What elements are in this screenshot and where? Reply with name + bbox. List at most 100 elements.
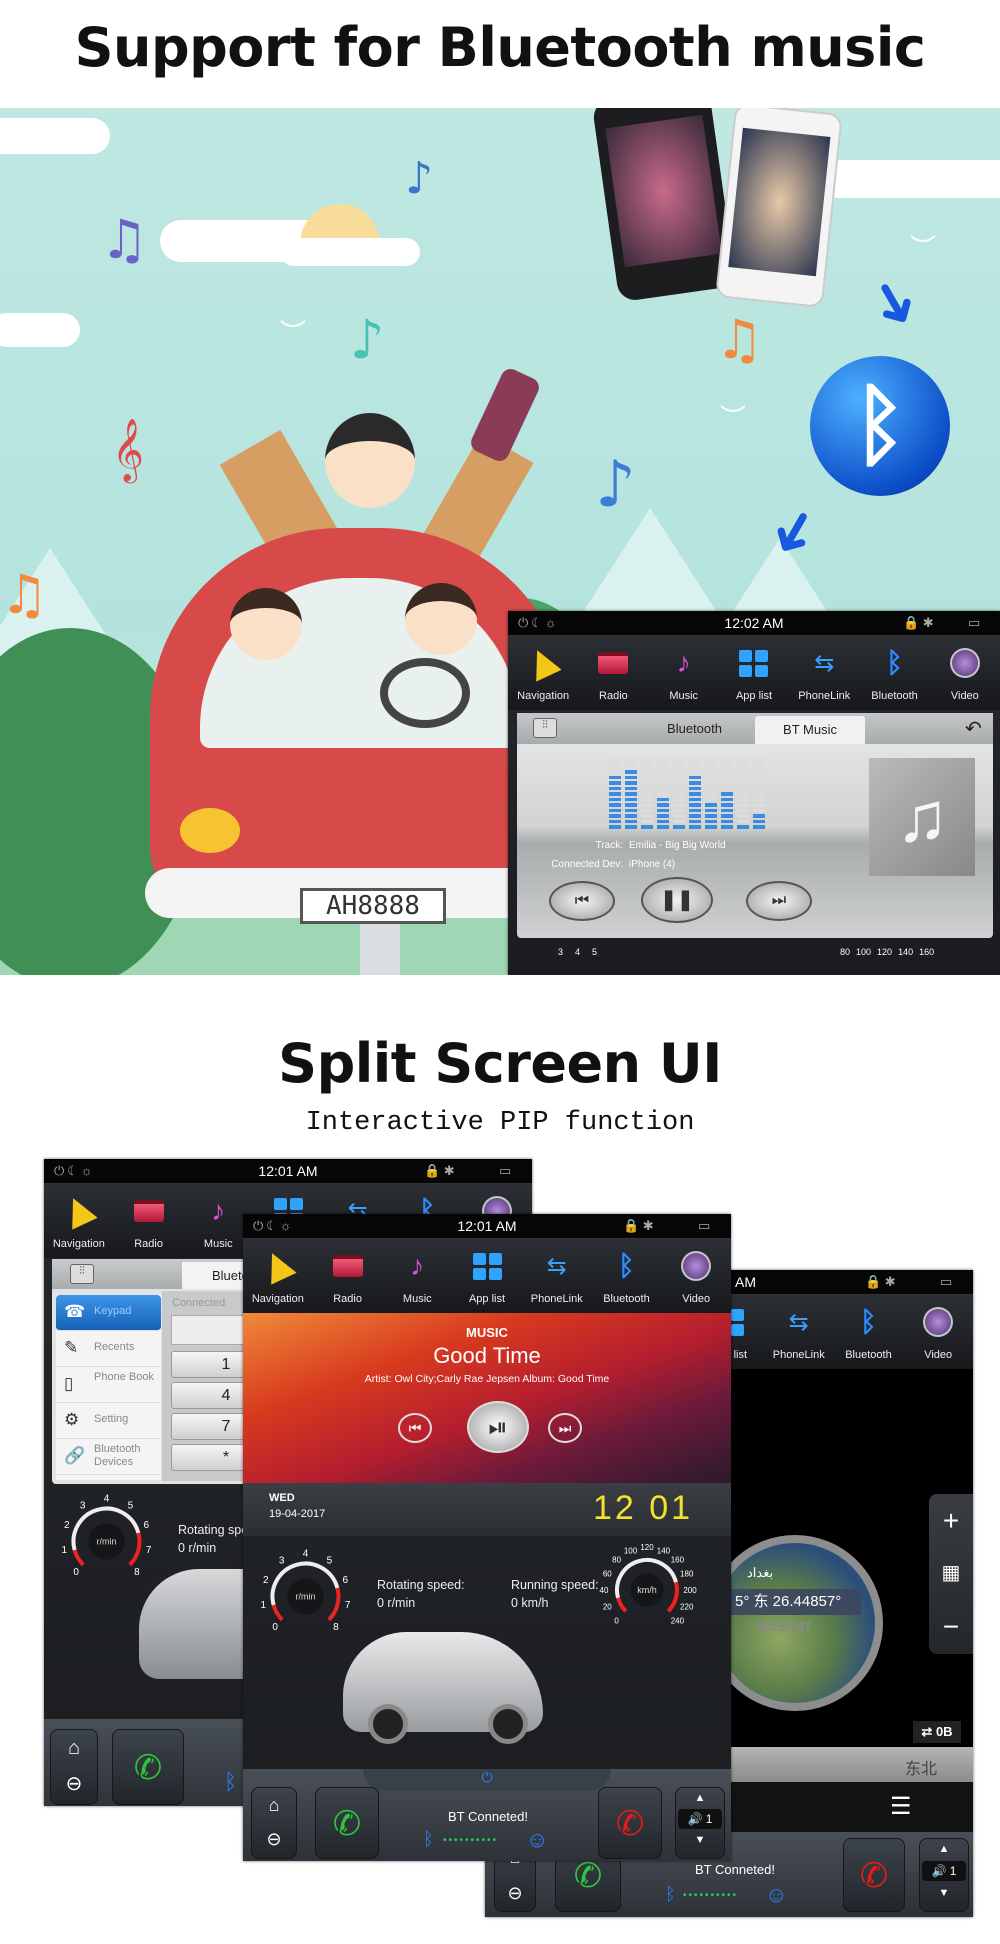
menu-label: Phone Book [94, 1371, 154, 1383]
app-radio[interactable]: Radio [313, 1239, 383, 1313]
app-phonelink[interactable]: ⇆ PhoneLink [522, 1239, 592, 1313]
play-pause-button[interactable]: ⏯ [467, 1401, 529, 1453]
volume-up-icon[interactable]: ▲ [676, 1792, 724, 1804]
menu-item-setting[interactable]: ⚙ Setting [56, 1403, 161, 1439]
lock-bluetooth-icon: 🔒 ✱ [424, 1163, 455, 1178]
app-app-list[interactable]: App list [719, 636, 789, 710]
eq-segment [721, 803, 733, 807]
volume-up-icon[interactable]: ▲ [920, 1843, 968, 1855]
volume-control[interactable]: ▲ 🔊 1 ▼ [675, 1787, 725, 1859]
app-bluetooth[interactable]: ᛒ Bluetooth [859, 636, 929, 710]
menu-item-bluetooth-devices[interactable]: 🔗 Bluetooth Devices [56, 1439, 161, 1475]
previous-track-button[interactable]: ⏮ [549, 881, 615, 921]
home-icon[interactable]: ⌂ [51, 1730, 97, 1766]
bottle [467, 365, 543, 465]
answer-call-button[interactable]: ✆ [315, 1787, 379, 1859]
app-bluetooth[interactable]: ᛒ Bluetooth [834, 1295, 904, 1369]
gauge-tick-label: 8 [134, 1566, 140, 1577]
eq-segment [737, 786, 749, 790]
gauge-tick-label: 5 [326, 1555, 332, 1566]
rotating-speed-label: Rotating speed: [377, 1578, 465, 1592]
zoom-out-button[interactable]: − [929, 1600, 973, 1653]
eq-segment [641, 803, 653, 807]
eq-segment [673, 764, 685, 768]
eq-segment [705, 781, 717, 785]
app-video[interactable]: Video [930, 636, 1000, 710]
app-navigation[interactable]: Navigation [508, 636, 578, 710]
eq-segment [705, 792, 717, 796]
music-widget[interactable]: MUSIC Good Time Artist: Owl City;Carly R… [243, 1313, 731, 1483]
eq-segment [689, 781, 701, 785]
city-label-arabic: بغداد [747, 1565, 774, 1580]
volume-down-icon[interactable]: ▼ [920, 1887, 968, 1899]
lock-bluetooth-icon: 🔒 ✱ [623, 1218, 654, 1233]
eq-segment [657, 814, 669, 818]
grid-button[interactable]: ▦ [929, 1547, 973, 1600]
menu-item-recents[interactable]: ✎ Recents [56, 1331, 161, 1367]
menu-icon: ⚙ [64, 1410, 80, 1429]
sync-icon: ⇄ [921, 1724, 936, 1739]
eq-segment [689, 764, 701, 768]
eq-segment [705, 819, 717, 823]
bottom-bar: ⏻ ⌂ ⊖ ✆ BT Conneted! ᛒ •••••••••• ☺ ✆ ▲ 🔊… [243, 1769, 731, 1861]
eq-segment [753, 759, 765, 763]
next-track-button[interactable]: ⏭ [746, 881, 812, 921]
volume-down-icon[interactable]: ▼ [676, 1834, 724, 1846]
window-icon[interactable]: ▭ [698, 1218, 710, 1234]
app-label: PhoneLink [772, 1349, 825, 1361]
end-call-button[interactable]: ✆ [843, 1838, 905, 1912]
eq-segment [673, 770, 685, 774]
tab-bluetooth[interactable]: Bluetooth [637, 721, 752, 736]
eq-segment [737, 797, 749, 801]
window-icon[interactable]: ▭ [940, 1274, 952, 1290]
compass-direction: 东北 [905, 1761, 938, 1778]
app-music[interactable]: ♪ Music [649, 636, 719, 710]
previous-track-button[interactable]: ⏮ [398, 1413, 432, 1443]
menu-icon[interactable]: ☰ [890, 1792, 912, 1821]
back-icon[interactable]: ↶ [965, 716, 982, 741]
eq-segment [705, 764, 717, 768]
equalizer-icon[interactable]: ⫶⫶ [70, 1264, 94, 1284]
boy-head [325, 413, 415, 508]
back-arrow-icon[interactable]: ⊖ [51, 1766, 97, 1802]
tab-bt-music[interactable]: BT Music [755, 716, 865, 744]
status-time: 12:01 AM [457, 1218, 517, 1234]
app-radio[interactable]: Radio [114, 1184, 184, 1258]
back-arrow-icon[interactable]: ⊖ [495, 1875, 535, 1911]
app-navigation[interactable]: Navigation [44, 1184, 114, 1258]
eq-segment [625, 759, 637, 763]
weekday: WED [269, 1492, 295, 1504]
window-icon[interactable]: ▭ [499, 1163, 511, 1179]
menu-item-phone-book[interactable]: ▯ Phone Book [56, 1367, 161, 1403]
eq-segment [689, 819, 701, 823]
volume-control[interactable]: ▲ 🔊 1 ▼ [919, 1838, 969, 1912]
app-music[interactable]: ♪ Music [382, 1239, 452, 1313]
window-icon[interactable]: ▭ [968, 615, 980, 631]
menu-item-keypad[interactable]: ☎ Keypad [56, 1295, 161, 1331]
back-arrow-icon[interactable]: ⊖ [252, 1822, 296, 1856]
end-call-button[interactable]: ✆ [598, 1787, 662, 1859]
app-phonelink[interactable]: ⇆ PhoneLink [764, 1295, 834, 1369]
home-icon[interactable]: ⌂ [252, 1788, 296, 1822]
phone-white [715, 108, 843, 309]
next-track-button[interactable]: ⏭ [548, 1413, 582, 1443]
bt-status: BT Conneted! [448, 1809, 528, 1824]
section-title-bluetooth-music: Support for Bluetooth music [74, 16, 926, 79]
app-bluetooth[interactable]: ᛒ Bluetooth [592, 1239, 662, 1313]
app-radio[interactable]: Radio [578, 636, 648, 710]
equalizer-icon[interactable]: ⫶⫶ [533, 718, 557, 738]
track-value: Emilia - Big Big World [629, 840, 726, 851]
pause-button[interactable]: ❚❚ [641, 877, 713, 923]
volume-value: 1 [949, 1864, 957, 1878]
eq-segment [737, 803, 749, 807]
app-navigation[interactable]: Navigation [243, 1239, 313, 1313]
eq-segment [737, 814, 749, 818]
zoom-in-button[interactable]: + [929, 1494, 973, 1547]
app-video[interactable]: Video [903, 1295, 973, 1369]
app-video[interactable]: Video [661, 1239, 731, 1313]
power-icon[interactable]: ⏻ [363, 1769, 611, 1791]
bluetooth-music-illustration: ♫ ♪ ♪ 𝄞 ♫ ♪ ♫ ︶ ︶ ︶ AH8888 ᛒ ➜ ➜ ⏻ ☾ ☼ 1… [0, 108, 1000, 975]
answer-call-button[interactable]: ✆ [112, 1729, 184, 1805]
app-phonelink[interactable]: ⇆ PhoneLink [789, 636, 859, 710]
app-app-list[interactable]: App list [452, 1239, 522, 1313]
